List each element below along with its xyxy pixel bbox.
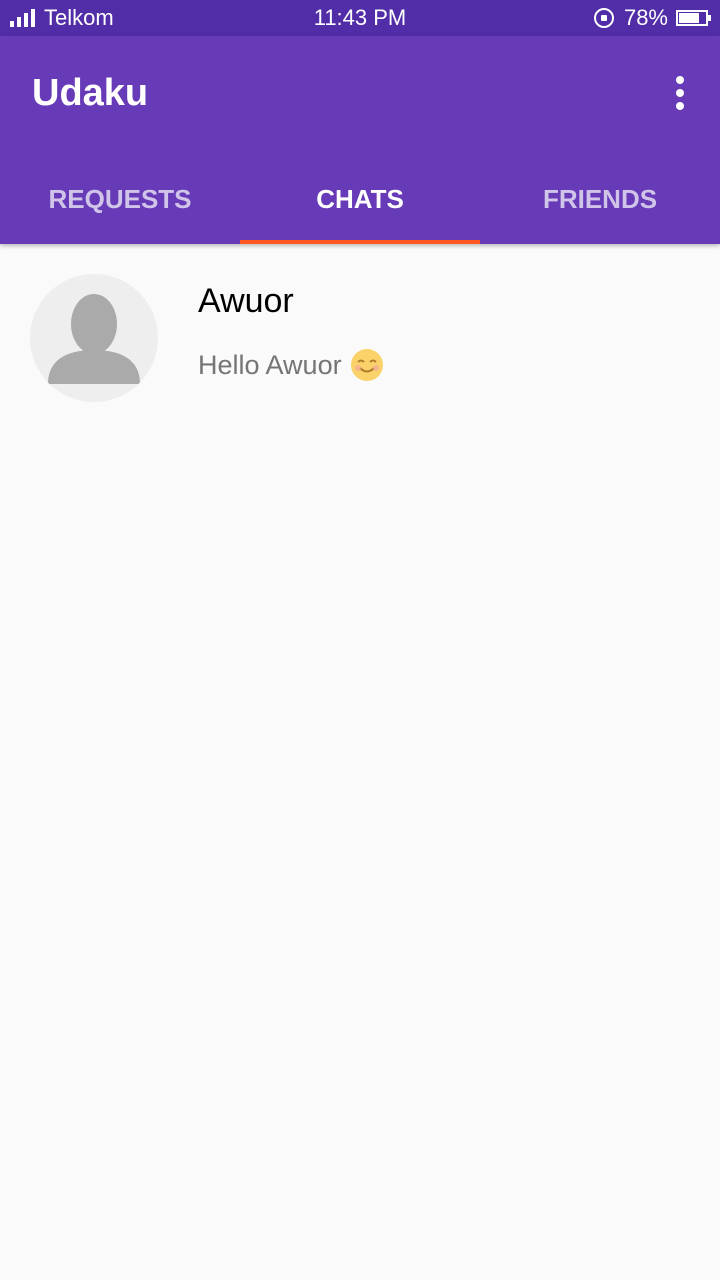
- battery-icon: [676, 10, 711, 26]
- app-title: Udaku: [32, 72, 149, 114]
- tab-bar: REQUESTS CHATS FRIENDS: [0, 154, 720, 244]
- tab-requests[interactable]: REQUESTS: [0, 154, 240, 244]
- rotation-lock-icon: [593, 8, 614, 28]
- smiling-face-icon: [350, 349, 383, 381]
- chat-last-message: Hello Awuor: [198, 348, 384, 382]
- status-bar: Telkom 11:43 PM 78%: [0, 0, 720, 36]
- tab-friends[interactable]: FRIENDS: [480, 154, 720, 244]
- chat-message-text: Hello Awuor: [198, 349, 342, 380]
- avatar: [30, 274, 158, 402]
- chat-list-item[interactable]: Awuor Hello Awuor: [0, 244, 720, 424]
- battery-fill: [679, 13, 700, 23]
- status-right: 78%: [593, 5, 711, 31]
- more-vert-icon[interactable]: [670, 76, 690, 116]
- app-bar: Udaku REQUESTS CHATS FRIENDS: [0, 36, 720, 244]
- tab-chats[interactable]: CHATS: [240, 154, 480, 244]
- default-person-icon: [48, 294, 140, 384]
- battery-percent: 78%: [623, 5, 668, 30]
- chat-contact-name: Awuor: [198, 282, 294, 320]
